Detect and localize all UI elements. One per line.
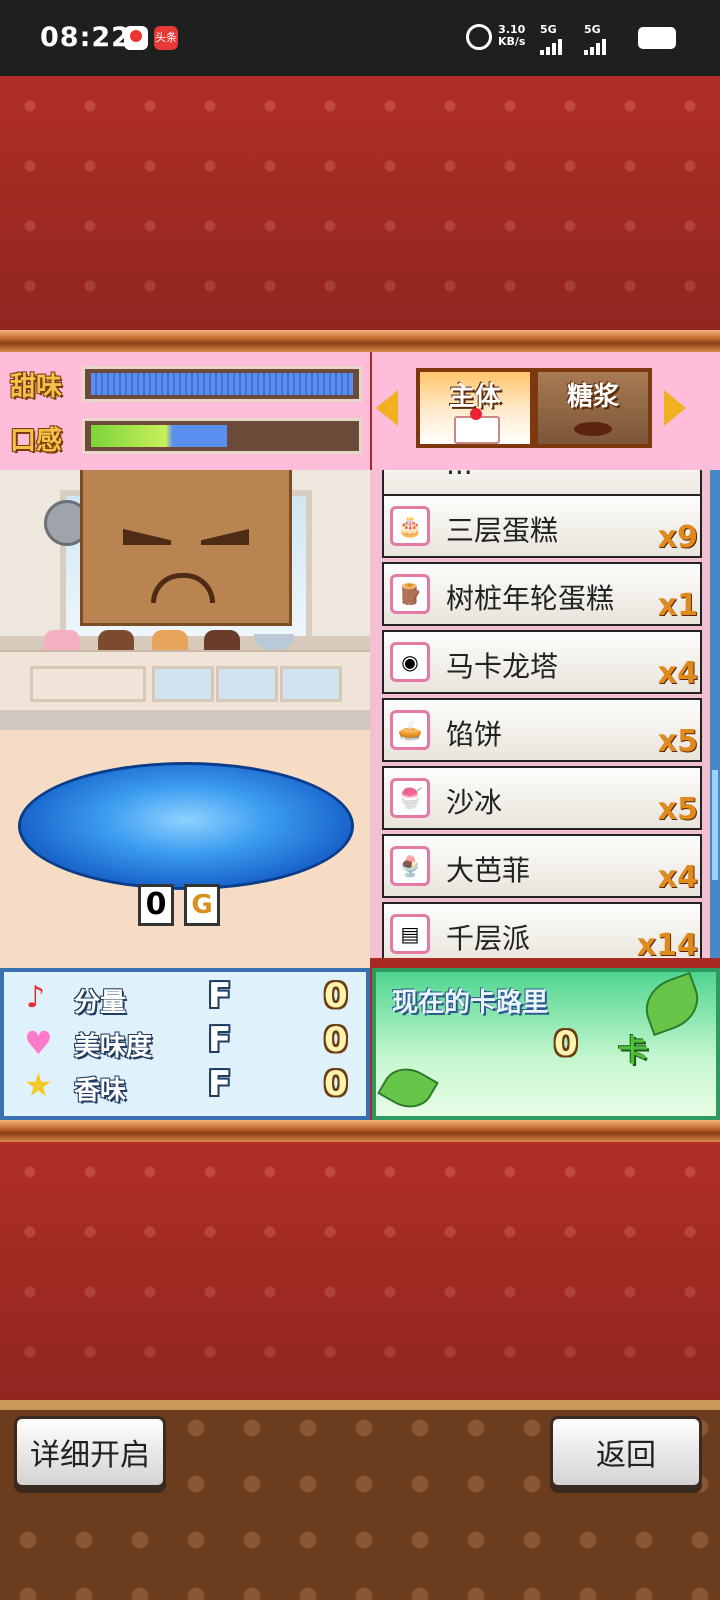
angry-box-character (80, 470, 292, 626)
signal-sim2-icon: 5G (584, 24, 608, 55)
battery-icon (638, 27, 676, 49)
texture-gauge-fill (91, 425, 227, 447)
list-item[interactable]: ▤ 千层派 x14 (382, 902, 702, 958)
back-button[interactable]: 返回 (550, 1416, 702, 1488)
top-background (0, 76, 720, 330)
pastry-4 (204, 630, 240, 650)
calorie-panel: 现在的卡路里 0 卡 (372, 968, 720, 1120)
sweetness-label: 甜味 (10, 372, 63, 402)
right-eye (201, 529, 249, 545)
stat-grade: F (208, 1020, 232, 1060)
tab-topping-label: 糖浆 (566, 382, 619, 412)
list-item-qty: x4 (657, 860, 698, 895)
list-item[interactable]: 🥧 馅饼 x5 (382, 698, 702, 762)
list-scrollbar[interactable] (710, 470, 720, 958)
list-item[interactable]: ◉ 马卡龙塔 x4 (382, 630, 702, 694)
dish-stats: ♪ 分量 F 0 ♥ 美味度 F 0 ★ 香味 F 0 (0, 968, 370, 1120)
texture-gauge (82, 418, 362, 454)
leaf-small-icon (377, 1058, 439, 1118)
list-item-qty: x4 (657, 656, 698, 691)
signal-sim1-icon: 5G (540, 24, 564, 55)
list-item-name: ... (446, 470, 473, 481)
flavor-gauges: 甜味 口感 (0, 352, 370, 470)
pastry-3 (152, 630, 188, 650)
star-icon: ★ (24, 1066, 53, 1104)
news-app-icon: 头条 (154, 26, 178, 50)
list-item[interactable]: 🍨 大芭菲 x4 (382, 834, 702, 898)
kitchen-scene: 0 G (0, 470, 370, 968)
list-item[interactable]: 🪵 树桩年轮蛋糕 x1 (382, 562, 702, 626)
bottom-background (0, 1142, 720, 1400)
list-item-qty: x5 (657, 792, 698, 827)
alarm-icon (466, 24, 492, 50)
top-wood-border (0, 330, 720, 352)
calorie-value: 0 (554, 1024, 578, 1064)
list-item[interactable]: 🎂 三层蛋糕 x9 (382, 494, 702, 558)
calorie-title: 现在的卡路里 (392, 988, 549, 1018)
tab-next-arrow-icon[interactable] (664, 390, 686, 426)
price-value: 0 (138, 884, 174, 926)
list-item-qty: x5 (657, 724, 698, 759)
mille-feuille-icon: ▤ (390, 914, 430, 954)
list-scrollbar-thumb[interactable] (712, 770, 718, 880)
stat-value: 0 (324, 1064, 348, 1104)
layer-cake-icon: 🎂 (390, 506, 430, 546)
tab-prev-arrow-icon[interactable] (376, 390, 398, 426)
texture-label: 口感 (10, 426, 63, 456)
list-item-name: 馅饼 (446, 718, 503, 751)
left-eye (123, 529, 171, 545)
pastry-1 (44, 630, 80, 650)
tab-main[interactable]: 主体 (416, 368, 534, 448)
frown-mouth (151, 573, 215, 603)
syrup-icon (574, 422, 612, 436)
sweetness-gauge (82, 366, 362, 402)
list-item-name: 树桩年轮蛋糕 (446, 582, 615, 615)
cake-icon (454, 408, 500, 444)
stat-value: 0 (324, 1020, 348, 1060)
list-item-name: 沙冰 (446, 786, 503, 819)
tab-topping[interactable]: 糖浆 (534, 368, 652, 448)
stat-grade: F (208, 1064, 232, 1104)
stat-label: 分量 (74, 988, 127, 1018)
shaved-ice-icon: 🍧 (390, 778, 430, 818)
list-item-name: 千层派 (446, 922, 531, 955)
location-app-icon (124, 26, 148, 50)
stat-label: 香味 (74, 1076, 127, 1106)
item-list[interactable]: ... 🎂 三层蛋糕 x9 🪵 树桩年轮蛋糕 x1 ◉ 马卡龙塔 x4 🥧 馅饼… (370, 470, 710, 958)
toolbar-edge (0, 1400, 720, 1410)
calorie-unit: 卡 (618, 1034, 648, 1069)
network-speed: 3.10 KB/s (498, 23, 526, 48)
floor-edge (0, 710, 370, 730)
music-note-icon: ♪ (26, 980, 46, 1015)
stat-label: 美味度 (74, 1032, 153, 1062)
category-tabs: 主体 糖浆 (372, 352, 720, 470)
sweetness-gauge-fill (91, 373, 353, 395)
stat-grade: F (208, 976, 232, 1016)
detail-open-button[interactable]: 详细开启 (14, 1416, 166, 1488)
clock: 08:22 (40, 22, 131, 53)
pie-icon: 🥧 (390, 710, 430, 750)
bottom-wood-border (0, 1120, 720, 1142)
list-item-qty: x9 (657, 520, 698, 555)
log-cake-icon: 🪵 (390, 574, 430, 614)
pastry-2 (98, 630, 134, 650)
list-item-name: 大芭菲 (446, 854, 531, 887)
kitchen-cabinets (0, 650, 370, 714)
price-unit: G (184, 884, 220, 926)
list-item-qty: x14 (636, 928, 698, 958)
status-bar: 08:22 头条 3.10 KB/s 5G 5G (0, 0, 720, 76)
list-item-name: 三层蛋糕 (446, 514, 559, 547)
stat-value: 0 (324, 976, 348, 1016)
list-item-qty: x1 (657, 588, 698, 623)
macaron-icon: ◉ (390, 642, 430, 682)
heart-icon: ♥ (24, 1024, 53, 1062)
blue-plate (18, 762, 354, 890)
list-item-name: 马卡龙塔 (446, 650, 559, 683)
list-item[interactable]: 🍧 沙冰 x5 (382, 766, 702, 830)
parfait-icon: 🍨 (390, 846, 430, 886)
